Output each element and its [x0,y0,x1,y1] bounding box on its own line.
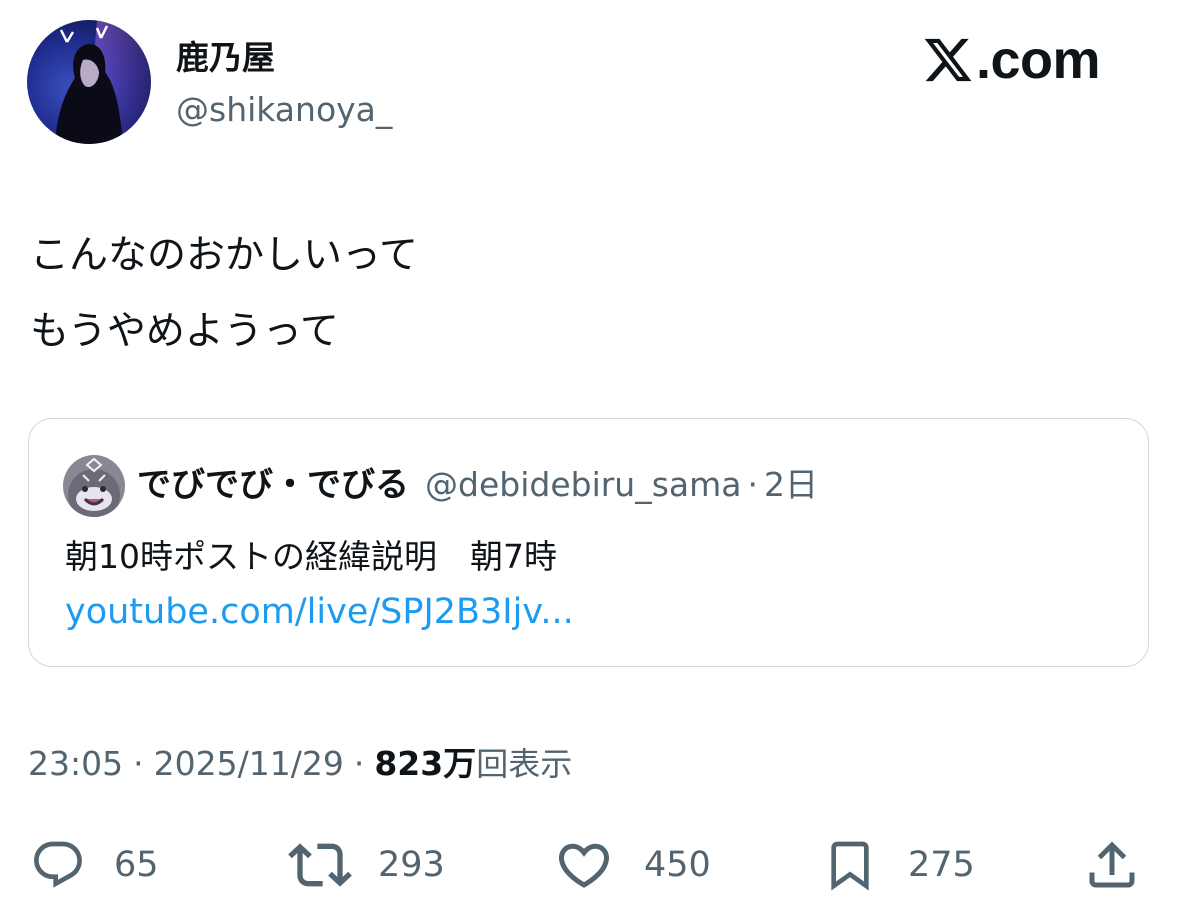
view-count-label: 回表示 [476,745,573,783]
quoted-post-header: でびでび・でびる @debidebiru_sama · 2日 [137,461,818,509]
quoted-post-link[interactable]: youtube.com/live/SPJ2B3Ijv... [65,587,574,637]
post-time[interactable]: 23:05 [28,740,123,788]
bookmark-icon [831,841,869,891]
separator-dot: · [133,744,144,783]
tweet-line: もうやめようって [30,309,339,354]
quoted-post-card[interactable]: でびでび・でびる @debidebiru_sama · 2日 朝10時ポストの経… [28,418,1149,667]
heart-icon [558,843,610,888]
quoted-author-name[interactable]: でびでび・でびる [137,461,409,509]
reply-icon [34,841,82,888]
share-icon [1089,841,1135,888]
share-button[interactable] [1082,830,1142,900]
tweet-line: こんなのおかしいって [30,233,419,278]
bookmark-button[interactable]: 275 [822,830,975,900]
reply-button[interactable]: 65 [30,830,159,900]
brand-text: .com [976,30,1101,90]
repost-icon [288,843,352,887]
view-count: 823万 [374,744,477,783]
bookmark-count: 275 [908,845,975,885]
action-bar: 65 293 450 275 [0,830,1179,900]
separator-dot: · [747,465,759,504]
post-date[interactable]: 2025/11/29 [154,740,344,788]
quoted-post-time: 2日 [764,465,818,504]
tweet-text: こんなのおかしいって もうやめようって [30,218,418,370]
x-logo-icon [924,38,972,82]
separator-dot: · [353,744,365,783]
quoted-post-text: 朝10時ポストの経緯説明 朝7時 [65,537,557,576]
reply-count: 65 [114,845,159,885]
repost-count: 293 [378,845,445,885]
author-avatar[interactable] [27,20,151,144]
author-display-name[interactable]: 鹿乃屋 [176,36,275,80]
like-count: 450 [644,845,711,885]
quoted-author-handle[interactable]: @debidebiru_sama [425,461,742,509]
quoted-author-avatar[interactable] [63,455,125,517]
like-button[interactable]: 450 [554,830,711,900]
author-handle[interactable]: @shikanoya_ [176,88,392,132]
post-meta: 23:05 · 2025/11/29 · 823万 回表示 [28,740,572,788]
x-com-logo: .com [922,30,1101,90]
repost-button[interactable]: 293 [288,830,445,900]
